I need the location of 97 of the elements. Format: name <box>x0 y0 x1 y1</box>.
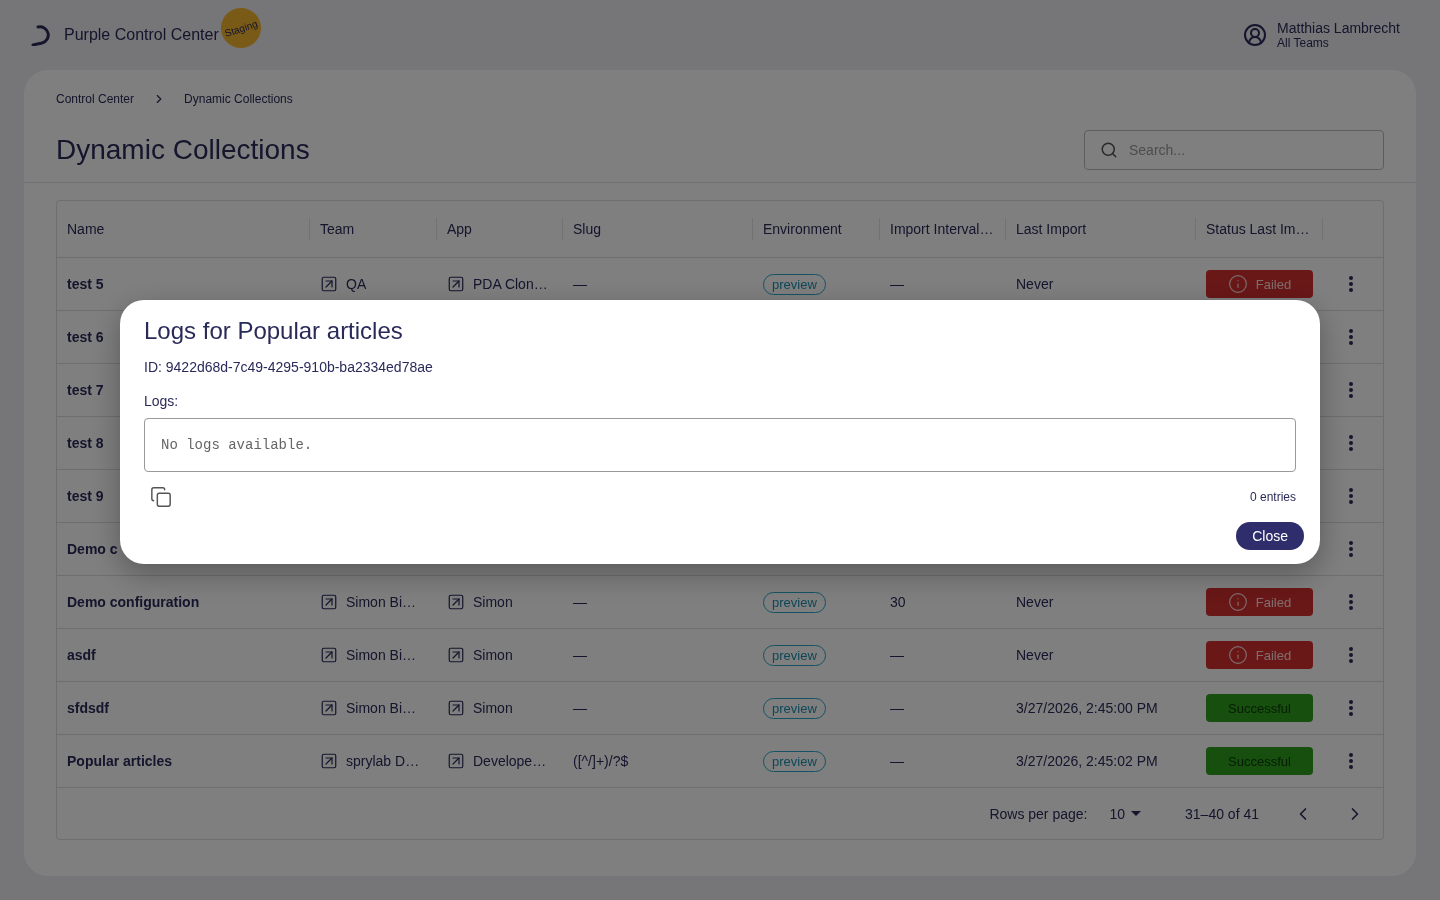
logs-label: Logs: <box>144 392 180 410</box>
table-cell: — <box>890 753 904 769</box>
table-cell: Simon Bi… <box>346 594 417 610</box>
table-cell: sfdsdf <box>67 700 109 716</box>
more-options-button[interactable] <box>1349 276 1353 292</box>
column-header[interactable]: Import Interval… <box>880 218 1006 240</box>
more-options-button[interactable] <box>1349 541 1353 557</box>
rows-per-page-label: Rows per page: <box>989 805 1088 822</box>
user-team: All Teams <box>1277 36 1330 50</box>
table-cell: sprylab D… <box>346 753 420 769</box>
info-icon <box>1227 592 1248 612</box>
more-icon <box>1349 647 1353 663</box>
more-options-button[interactable] <box>1349 329 1353 345</box>
more-icon <box>1349 382 1353 398</box>
more-icon <box>1349 329 1353 345</box>
status-badge: Failed <box>1206 270 1313 298</box>
more-options-button[interactable] <box>1349 753 1353 769</box>
page-range: 31–40 of 41 <box>1185 805 1259 822</box>
table-cell: Develope… <box>473 753 547 769</box>
table-cell: Demo configuration <box>67 594 200 610</box>
more-icon <box>1349 276 1353 292</box>
external-link-icon[interactable] <box>447 699 465 717</box>
table-cell: test 5 <box>67 276 104 292</box>
column-header[interactable]: Slug <box>563 218 753 240</box>
external-link-icon[interactable] <box>447 275 465 293</box>
logs-box: No logs available. <box>144 418 1296 472</box>
table-cell: — <box>573 700 587 716</box>
external-link-icon[interactable] <box>320 699 338 717</box>
external-link-icon[interactable] <box>320 593 338 611</box>
external-link-icon[interactable] <box>320 752 338 770</box>
column-header[interactable]: App <box>437 218 563 240</box>
table-cell: Never <box>1016 647 1054 663</box>
table-cell: — <box>573 594 587 610</box>
table-cell: test 6 <box>67 329 104 345</box>
column-header[interactable]: Name <box>57 218 310 240</box>
info-icon <box>1227 645 1248 665</box>
more-icon <box>1349 753 1353 769</box>
status-badge: Failed <box>1206 641 1313 669</box>
table-cell: Simon Bi… <box>346 647 417 663</box>
table-cell: Simon <box>473 647 513 663</box>
search-icon <box>1100 141 1118 159</box>
table-cell: 3/27/2026, 2:45:00 PM <box>1016 700 1158 716</box>
status-badge: Failed <box>1206 588 1313 616</box>
breadcrumb-link[interactable]: Control Center <box>56 92 135 106</box>
table-cell: Demo c <box>67 541 118 557</box>
more-options-button[interactable] <box>1349 435 1353 451</box>
table-cell: — <box>890 647 904 663</box>
more-options-button[interactable] <box>1349 382 1353 398</box>
table-cell: Simon <box>473 700 513 716</box>
entries-count: 0 entries <box>1249 490 1296 504</box>
table-cell: test 8 <box>67 435 104 451</box>
table-cell: Never <box>1016 594 1054 610</box>
more-options-button[interactable] <box>1349 488 1353 504</box>
external-link-icon[interactable] <box>320 646 338 664</box>
breadcrumb-link[interactable]: Dynamic Collections <box>184 92 293 106</box>
table-cell: — <box>890 276 904 292</box>
external-link-icon[interactable] <box>447 646 465 664</box>
table-cell: QA <box>346 276 367 292</box>
table-cell: asdf <box>67 647 96 663</box>
collection-id: ID: 9422d68d-7c49-4295-910b-ba2334ed78ae <box>144 358 434 376</box>
user-avatar-icon[interactable] <box>1243 23 1268 47</box>
info-icon <box>1227 274 1248 294</box>
more-options-button[interactable] <box>1349 594 1353 610</box>
table-cell: Never <box>1016 276 1054 292</box>
rows-per-page-select[interactable]: 10 <box>1103 804 1148 823</box>
more-icon <box>1349 700 1353 716</box>
dialog-title: Logs for Popular articles <box>144 316 404 346</box>
table-cell: — <box>890 700 904 716</box>
page-title: Dynamic Collections <box>56 134 310 166</box>
more-options-button[interactable] <box>1349 647 1353 663</box>
caret-icon <box>1131 811 1142 816</box>
column-header[interactable]: Environment <box>753 218 880 240</box>
table-cell: — <box>573 276 587 292</box>
close-button[interactable]: Close <box>1236 522 1304 550</box>
more-icon <box>1349 435 1353 451</box>
more-icon <box>1349 541 1353 557</box>
column-header[interactable]: Status Last Im… <box>1196 218 1323 240</box>
external-link-icon[interactable] <box>447 593 465 611</box>
table-cell: — <box>573 647 587 663</box>
table-cell: Popular articles <box>67 753 173 769</box>
table-cell: ([^/]+)/?$ <box>573 753 629 769</box>
more-options-button[interactable] <box>1349 700 1353 716</box>
table-cell: PDA Clon… <box>473 276 548 292</box>
user-name: Matthias Lambrecht <box>1277 20 1400 36</box>
table-cell: Simon <box>473 594 513 610</box>
more-icon <box>1349 594 1353 610</box>
table-cell: test 7 <box>67 382 104 398</box>
table-cell: Simon Bi… <box>346 700 417 716</box>
external-link-icon[interactable] <box>447 752 465 770</box>
table-cell: test 9 <box>67 488 104 504</box>
table-cell: 30 <box>890 594 906 610</box>
table-cell: 3/27/2026, 2:45:02 PM <box>1016 753 1158 769</box>
column-header[interactable]: Last Import <box>1006 218 1196 240</box>
more-icon <box>1349 488 1353 504</box>
copy-icon <box>150 486 172 508</box>
column-header[interactable]: Team <box>310 218 437 240</box>
external-link-icon[interactable] <box>320 275 338 293</box>
